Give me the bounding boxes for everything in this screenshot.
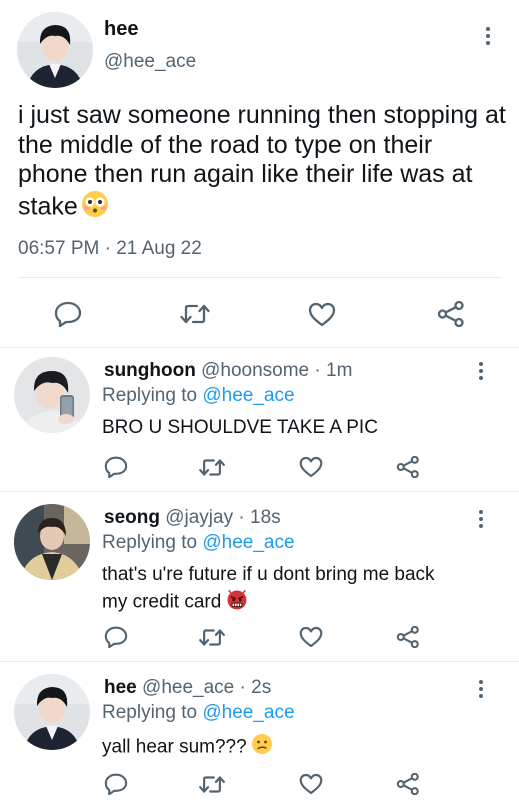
replying-to-label: Replying to (102, 385, 198, 406)
share-icon[interactable] (435, 300, 467, 328)
flushed-face-icon (81, 190, 109, 226)
replying-to-handle[interactable]: @hee_ace (202, 532, 294, 553)
reply-display-name[interactable]: hee (104, 677, 137, 698)
reply-text-line: that's u're future if u dont bring me ba… (102, 564, 435, 585)
reply-avatar[interactable] (14, 504, 90, 580)
more-options-icon[interactable] (474, 680, 488, 698)
reply-header: seong @jayjay · 18s (104, 507, 281, 529)
reply-text: yall hear sum??? (102, 733, 482, 762)
reply-handle[interactable]: @hoonsome (201, 360, 309, 381)
main-tweet-text: i just saw someone running then stopping… (18, 101, 508, 225)
replying-to-handle[interactable]: @hee_ace (202, 702, 294, 723)
angry-devil-icon (225, 587, 249, 618)
reply-display-name[interactable]: seong (104, 507, 160, 528)
main-display-name[interactable]: hee (104, 18, 138, 41)
replying-to-label: Replying to (102, 532, 198, 553)
tweet-timestamp[interactable]: 06:57 PM · 21 Aug 22 (18, 238, 202, 260)
reply-time[interactable]: 18s (250, 507, 281, 528)
reply-display-name[interactable]: sunghoon (104, 360, 196, 381)
replying-to: Replying to @hee_ace (102, 385, 295, 407)
reply-handle[interactable]: @hee_ace (142, 677, 234, 698)
retweet-icon[interactable] (197, 454, 227, 480)
reply-icon[interactable] (102, 454, 130, 480)
retweet-icon[interactable] (197, 771, 227, 797)
replying-to-label: Replying to (102, 702, 198, 723)
share-icon[interactable] (394, 454, 422, 480)
replying-to-handle[interactable]: @hee_ace (202, 385, 294, 406)
divider (0, 661, 519, 662)
divider (18, 277, 502, 278)
reply-header: sunghoon @hoonsome · 1m (104, 360, 352, 382)
replying-to: Replying to @hee_ace (102, 702, 295, 724)
confused-face-icon (251, 733, 273, 762)
reply-time[interactable]: 1m (326, 360, 352, 381)
more-options-icon[interactable] (481, 27, 495, 45)
reply-icon[interactable] (52, 300, 84, 328)
more-options-icon[interactable] (474, 362, 488, 380)
reply-header: hee @hee_ace · 2s (104, 677, 271, 699)
reply-avatar[interactable] (14, 357, 90, 433)
reply-icon[interactable] (102, 771, 130, 797)
divider (0, 347, 519, 348)
main-avatar[interactable] (17, 12, 93, 88)
separator: · (239, 677, 246, 698)
reply-text-line: my credit card (102, 587, 502, 618)
reply-handle[interactable]: @jayjay (165, 507, 233, 528)
retweet-icon[interactable] (178, 300, 212, 328)
like-icon[interactable] (297, 771, 325, 797)
replying-to: Replying to @hee_ace (102, 532, 295, 554)
share-icon[interactable] (394, 771, 422, 797)
divider (0, 491, 519, 492)
separator: · (314, 360, 321, 381)
separator: · (238, 507, 245, 528)
like-icon[interactable] (297, 454, 325, 480)
like-icon[interactable] (306, 300, 338, 328)
reply-time[interactable]: 2s (251, 677, 271, 698)
reply-text: that's u're future if u dont bring me ba… (102, 563, 502, 618)
share-icon[interactable] (394, 624, 422, 650)
like-icon[interactable] (297, 624, 325, 650)
reply-text: BRO U SHOULDVE TAKE A PIC (102, 417, 378, 438)
retweet-icon[interactable] (197, 624, 227, 650)
reply-text-body: yall hear sum??? (102, 736, 247, 758)
main-handle[interactable]: @hee_ace (104, 51, 196, 73)
more-options-icon[interactable] (474, 510, 488, 528)
reply-icon[interactable] (102, 624, 130, 650)
reply-avatar[interactable] (14, 674, 90, 750)
reply-text-body: my credit card (102, 591, 222, 613)
